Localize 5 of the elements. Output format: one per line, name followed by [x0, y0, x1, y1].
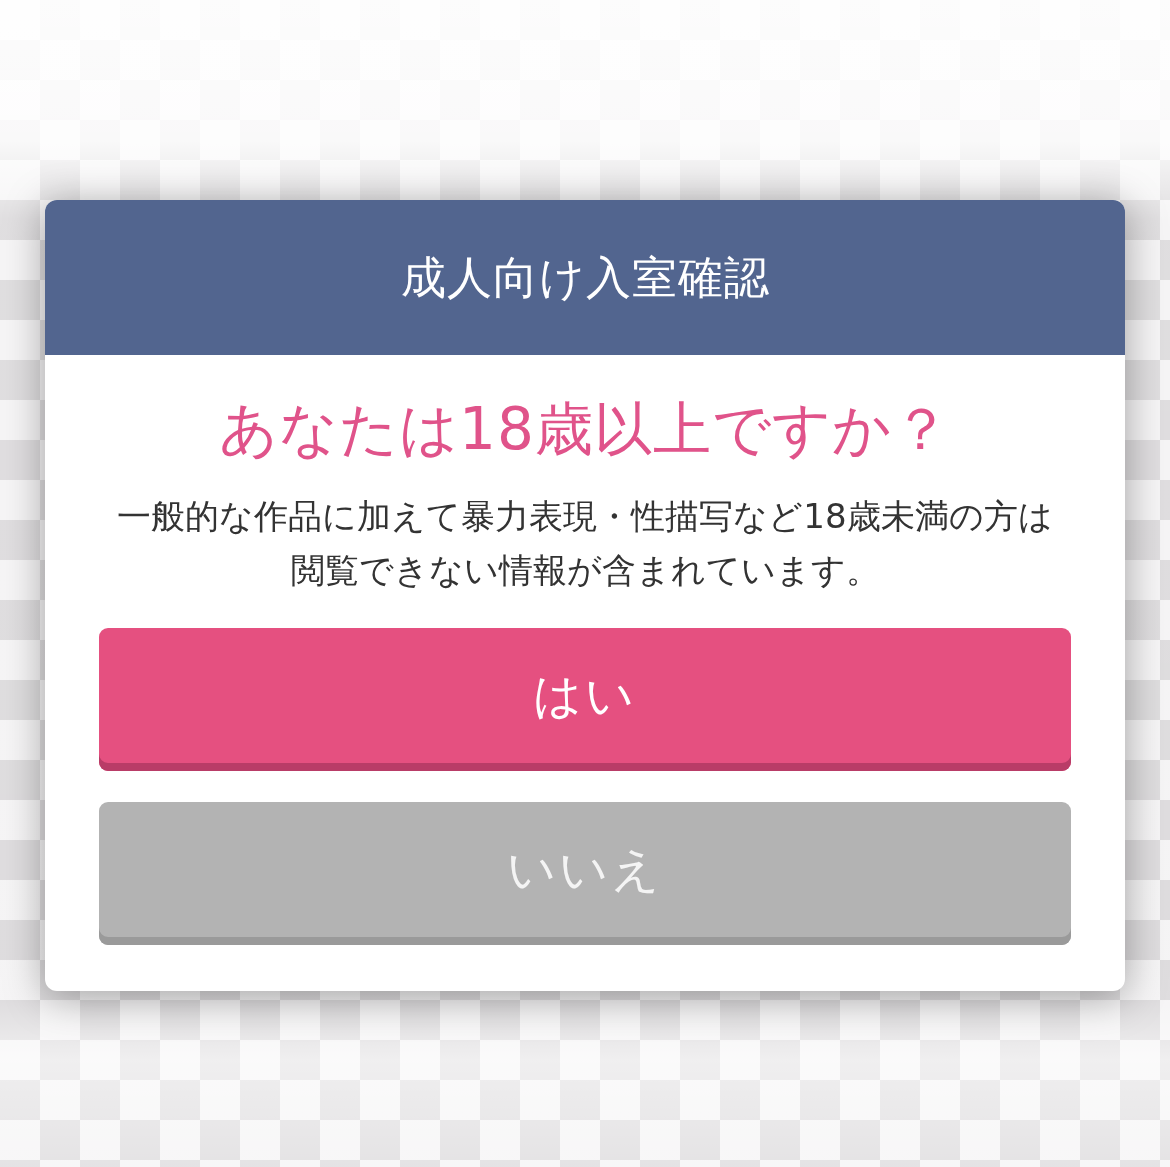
decline-button[interactable]: いいえ: [99, 802, 1071, 945]
dialog-title: 成人向け入室確認: [400, 250, 770, 305]
age-question: あなたは18歳以上ですか？: [219, 394, 951, 465]
warning-message: 一般的な作品に加えて暴力表現・性描写など18歳未満の方は閲覧できない情報が含まれています。: [116, 495, 1054, 592]
confirm-button[interactable]: はい: [99, 628, 1071, 771]
